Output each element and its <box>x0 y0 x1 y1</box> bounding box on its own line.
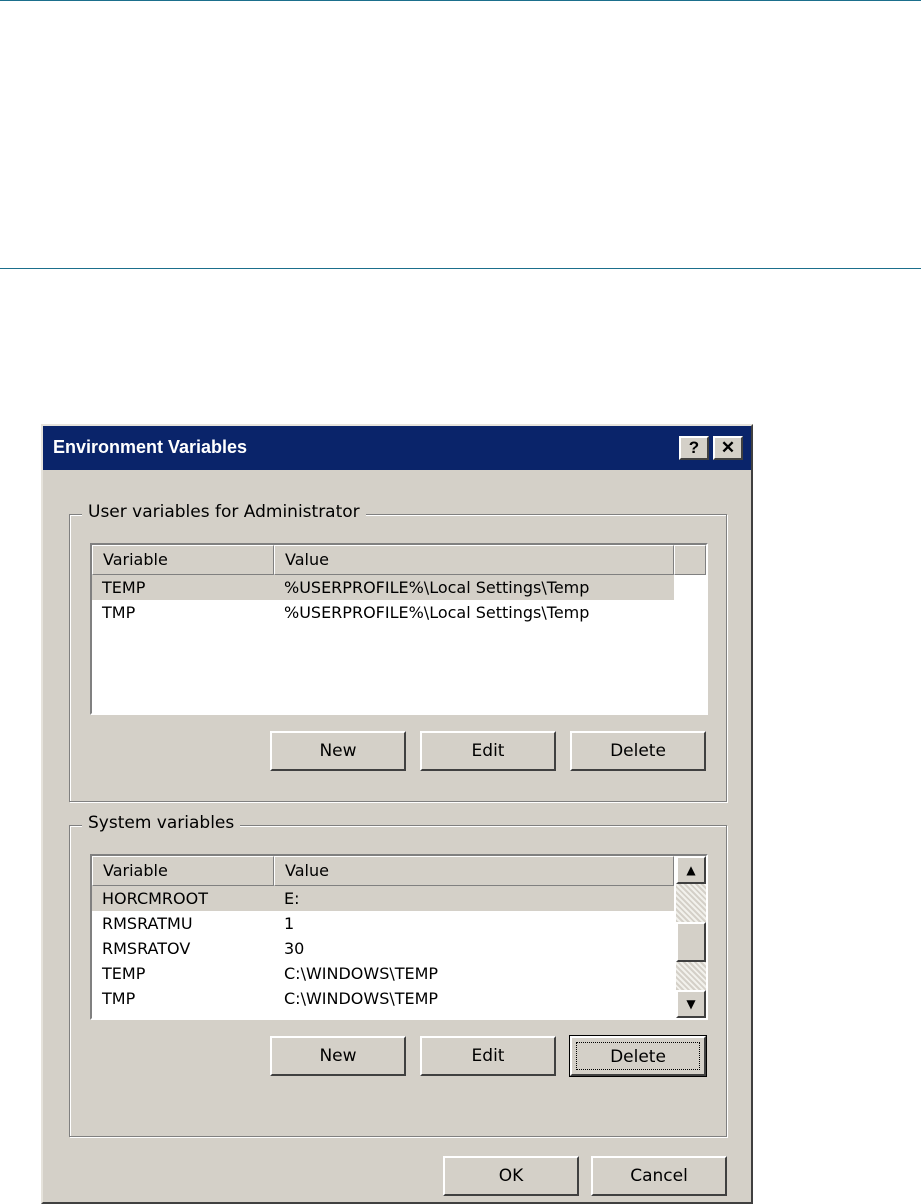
variable-value-cell: 30 <box>284 939 305 958</box>
close-icon: ✕ <box>720 438 736 457</box>
user-variables-label: User variables for Administrator <box>82 502 366 522</box>
dialog-title: Environment Variables <box>53 437 248 457</box>
system-variables-list[interactable]: Variable Value HORCMROOT E: RMSRATMU 1 RMSRA… <box>90 854 708 1020</box>
cancel-button[interactable]: Cancel <box>591 1156 727 1196</box>
system-variables-scrollbar[interactable]: ▲ ▼ <box>676 856 706 1018</box>
system-edit-button[interactable]: Edit <box>420 1036 556 1076</box>
variable-value-cell: E: <box>284 889 300 908</box>
focus-rectangle: Delete <box>576 1042 700 1070</box>
table-row[interactable]: TEMP C:\WINDOWS\TEMP <box>92 961 706 986</box>
scroll-thumb[interactable] <box>676 922 706 962</box>
column-header-value[interactable]: Value <box>274 545 674 575</box>
arrow-up-icon: ▲ <box>686 863 696 877</box>
system-variables-group: System variables Variable Value HORCMROO… <box>69 813 727 1137</box>
variable-value-cell: %USERPROFILE%\Local Settings\Temp <box>284 578 590 597</box>
user-variables-list[interactable]: Variable Value TEMP %USERPROFILE%\Local S… <box>90 543 708 715</box>
user-variables-rows: TEMP %USERPROFILE%\Local Settings\Temp TMP… <box>92 575 706 625</box>
variable-value-cell: C:\WINDOWS\TEMP <box>284 964 439 983</box>
top-rule <box>0 0 921 1</box>
user-delete-button[interactable]: Delete <box>570 731 706 771</box>
list-header: Variable Value <box>92 856 706 886</box>
scroll-down-button[interactable]: ▼ <box>676 990 706 1018</box>
variable-name-cell: RMSRATOV <box>102 939 191 958</box>
system-new-button[interactable]: New <box>270 1036 406 1076</box>
table-row[interactable]: TMP C:\WINDOWS\TEMP <box>92 986 706 1011</box>
help-icon: ? <box>688 438 700 457</box>
variable-name-cell: TEMP <box>102 578 146 597</box>
variable-name-cell: RMSRATMU <box>102 914 193 933</box>
table-row[interactable]: HORCMROOT E: <box>92 886 674 911</box>
list-header: Variable Value <box>92 545 706 575</box>
variable-name-cell: TMP <box>102 603 136 622</box>
variable-value-cell: C:\WINDOWS\TEMP <box>284 989 439 1008</box>
table-row[interactable]: RMSRATOV 30 <box>92 936 706 961</box>
variable-name-cell: TMP <box>102 989 136 1008</box>
title-bar[interactable]: Environment Variables ? ✕ <box>43 426 751 470</box>
scroll-up-button[interactable]: ▲ <box>676 856 706 884</box>
variable-name-cell: HORCMROOT <box>102 889 208 908</box>
middle-rule <box>0 268 921 269</box>
table-row[interactable]: TEMP %USERPROFILE%\Local Settings\Temp <box>92 575 674 600</box>
system-variables-label: System variables <box>82 813 241 833</box>
table-row[interactable]: TMP %USERPROFILE%\Local Settings\Temp <box>92 600 706 625</box>
arrow-down-icon: ▼ <box>686 997 696 1011</box>
help-button[interactable]: ? <box>679 436 709 460</box>
variable-value-cell: %USERPROFILE%\Local Settings\Temp <box>284 603 590 622</box>
variable-name-cell: TEMP <box>102 964 146 983</box>
environment-variables-dialog: Environment Variables ? ✕ User variables… <box>41 424 753 1204</box>
system-variables-rows: HORCMROOT E: RMSRATMU 1 RMSRATOV 30 TEMP C:\WIN… <box>92 886 706 1011</box>
column-header-filler <box>674 545 706 575</box>
column-header-variable[interactable]: Variable <box>92 856 274 886</box>
close-button[interactable]: ✕ <box>713 436 743 460</box>
column-header-variable[interactable]: Variable <box>92 545 274 575</box>
user-edit-button[interactable]: Edit <box>420 731 556 771</box>
user-variables-group: User variables for Administrator Variabl… <box>69 502 727 802</box>
variable-value-cell: 1 <box>284 914 295 933</box>
ok-button[interactable]: OK <box>443 1156 579 1196</box>
table-row[interactable]: RMSRATMU 1 <box>92 911 706 936</box>
system-delete-button[interactable]: Delete <box>569 1035 707 1077</box>
column-header-value[interactable]: Value <box>274 856 674 886</box>
user-new-button[interactable]: New <box>270 731 406 771</box>
